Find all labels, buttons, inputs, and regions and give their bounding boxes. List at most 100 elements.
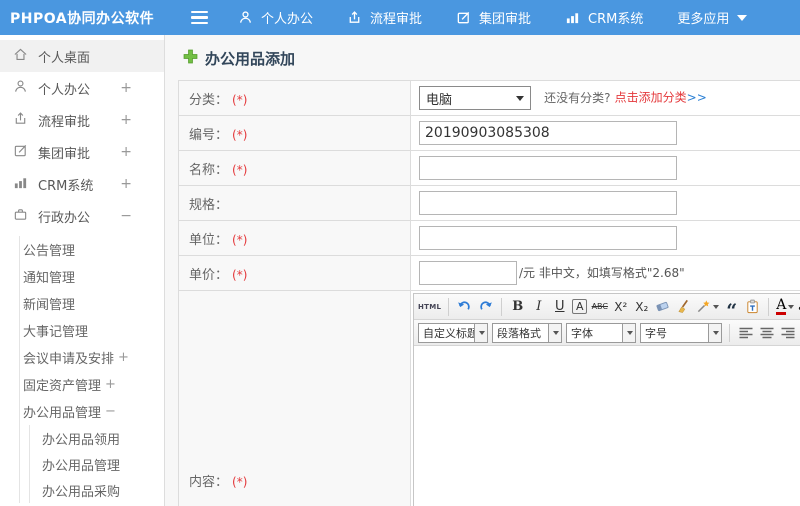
expand-toggle[interactable]: + [118, 350, 129, 365]
topbar: PHPOA协同办公软件 个人办公 流程审批 集团审批 CRM系统 更多应用 [0, 0, 800, 35]
subscript-button[interactable]: X₂ [633, 296, 650, 318]
user-icon [238, 10, 253, 25]
spec-input[interactable] [419, 191, 677, 215]
category-select[interactable]: 电脑 [419, 86, 531, 110]
paragraph-format-select[interactable]: 段落格式 [492, 322, 562, 343]
topnav-label: 更多应用 [677, 12, 730, 27]
sidebar-item-memorabilia-mgmt[interactable]: 大事记管理 [20, 317, 164, 344]
category-selected-value: 电脑 [426, 92, 453, 108]
form-row-unit: 单位： (*) [178, 220, 800, 256]
align-right-icon[interactable] [779, 322, 796, 344]
font-size-select[interactable]: 字号 [640, 322, 722, 343]
caret-down-icon [713, 304, 720, 309]
sidebar-item-supplies-manage[interactable]: 办公用品管理 [30, 451, 164, 477]
expand-toggle[interactable]: + [105, 377, 116, 392]
required-marker: (*) [232, 162, 248, 177]
required-marker: (*) [232, 232, 248, 247]
sidebar-item-announcement-mgmt[interactable]: 公告管理 [20, 236, 164, 263]
editor-toolbar-row1: HTML B I U A ABC X² X₂ “ A [414, 294, 800, 320]
category-hint: 还没有分类? [544, 90, 611, 105]
topnav-label: 个人办公 [261, 12, 314, 27]
eraser-icon[interactable] [654, 296, 671, 318]
main-content: 办公用品添加 分类： (*) 电脑 还没有分类? 点击添加分类>> 编号： (*) [165, 35, 800, 506]
toolbar-divider [501, 297, 503, 316]
top-nav: 个人办公 流程审批 集团审批 CRM系统 更多应用 [238, 8, 748, 27]
bar-chart-icon [13, 175, 28, 194]
font-color-button[interactable]: A [776, 298, 795, 315]
format-brush-icon[interactable] [675, 296, 692, 318]
topnav-workflow-approval[interactable]: 流程审批 [347, 8, 422, 27]
content-label: 内容： [189, 474, 229, 490]
redo-icon[interactable] [477, 296, 494, 318]
expand-toggle[interactable]: − [105, 404, 116, 419]
required-marker: (*) [232, 92, 248, 107]
toolbar-divider [768, 297, 770, 316]
custom-title-select[interactable]: 自定义标题 [418, 322, 488, 343]
topnav-crm-system[interactable]: CRM系统 [565, 8, 643, 27]
sidebar-item-news-mgmt[interactable]: 新闻管理 [20, 290, 164, 317]
topnav-group-approval[interactable]: 集团审批 [456, 8, 531, 27]
font-family-select[interactable]: 字体 [566, 322, 636, 343]
unit-input[interactable] [419, 226, 677, 250]
sidebar-item-workflow-approval[interactable]: 流程审批 + [0, 104, 164, 136]
field-label-cell: 编号： (*) [178, 115, 411, 151]
name-input[interactable] [419, 156, 677, 180]
expand-toggle[interactable]: + [120, 80, 132, 96]
sidebar-item-label: 会议申请及安排 [23, 352, 115, 367]
page-title: 办公用品添加 [183, 48, 800, 69]
bold-button[interactable]: B [509, 296, 526, 318]
expand-toggle[interactable]: + [120, 144, 132, 160]
unit-label: 单位： [189, 232, 229, 248]
sidebar-item-notice-mgmt[interactable]: 通知管理 [20, 263, 164, 290]
align-left-icon[interactable] [737, 322, 754, 344]
blockquote-button[interactable]: “ [723, 296, 740, 320]
sidebar-item-group-approval[interactable]: 集团审批 + [0, 136, 164, 168]
sidebar-item-label: 办公用品管理 [42, 458, 121, 474]
font-style-box-button[interactable]: A [572, 299, 588, 314]
align-center-icon[interactable] [758, 322, 775, 344]
sidebar-item-meeting-request[interactable]: 会议申请及安排 + [20, 344, 164, 371]
sidebar-item-personal-office[interactable]: 个人办公 + [0, 72, 164, 104]
expand-toggle[interactable]: + [120, 176, 132, 192]
strikethrough-button[interactable]: ABC [591, 296, 608, 318]
price-input[interactable] [419, 261, 517, 285]
caret-down-icon [548, 323, 561, 342]
sidebar-item-label: 办公用品管理 [23, 406, 102, 421]
user-icon [13, 79, 28, 98]
topnav-personal-office[interactable]: 个人办公 [238, 8, 313, 27]
editor-content[interactable] [414, 346, 800, 506]
add-category-link-arrows[interactable]: >> [687, 91, 707, 105]
html-source-button[interactable]: HTML [418, 296, 441, 318]
form-row-number: 编号： (*) [178, 115, 800, 151]
sidebar-item-crm-system[interactable]: CRM系统 + [0, 168, 164, 200]
topnav-label: 流程审批 [370, 12, 423, 27]
sidebar-item-label: 行政办公 [38, 210, 91, 226]
paste-clipboard-icon[interactable] [744, 296, 761, 318]
hamburger-menu-icon[interactable] [191, 10, 208, 25]
sidebar-item-personal-desktop[interactable]: 个人桌面 [0, 40, 164, 72]
topnav-more-apps[interactable]: 更多应用 [677, 8, 748, 27]
italic-button[interactable]: I [530, 296, 547, 318]
number-input[interactable] [419, 121, 677, 145]
expand-toggle[interactable]: + [120, 112, 132, 128]
magic-wand-icon[interactable] [696, 299, 720, 314]
sidebar-item-label: 固定资产管理 [23, 379, 102, 394]
add-category-link[interactable]: 点击添加分类 [615, 91, 687, 105]
caret-down-icon [788, 304, 795, 309]
undo-icon[interactable] [456, 296, 473, 318]
caret-down-icon [516, 95, 524, 101]
sidebar-item-admin-office[interactable]: 行政办公 − [0, 200, 164, 232]
expand-toggle[interactable]: − [120, 208, 132, 224]
select-value: 字号 [645, 326, 667, 340]
superscript-button[interactable]: X² [612, 296, 629, 318]
workflow-icon [13, 111, 28, 130]
sidebar-item-label: 流程审批 [38, 114, 91, 130]
app-logo: PHPOA协同办公软件 [10, 10, 155, 27]
sidebar-item-fixed-assets-mgmt[interactable]: 固定资产管理 + [20, 371, 164, 398]
sidebar: 个人桌面 个人办公 + 流程审批 + 集团审批 + CRM系统 + 行政办公 −… [0, 35, 165, 506]
sidebar-item-office-supplies-mgmt-group[interactable]: 办公用品管理 − [20, 398, 164, 425]
price-suffix: /元 非中文，如填写格式"2.68" [519, 266, 685, 280]
underline-button[interactable]: U [551, 296, 568, 318]
sidebar-item-supplies-purchase[interactable]: 办公用品采购 [30, 477, 164, 503]
sidebar-item-supplies-claim[interactable]: 办公用品领用 [30, 425, 164, 451]
